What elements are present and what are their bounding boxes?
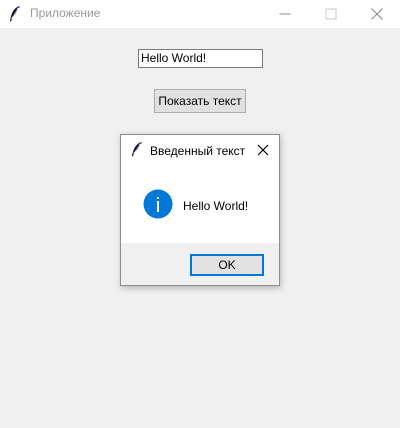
show-text-button[interactable]: Показать текст [154, 89, 246, 113]
main-titlebar[interactable]: Приложение [0, 0, 400, 28]
message-dialog: Введенный текст Hello World! OK [120, 134, 280, 286]
feather-icon [131, 141, 143, 158]
info-icon [143, 189, 173, 219]
text-entry[interactable]: Hello World! [138, 49, 263, 68]
dialog-message: Hello World! [183, 199, 249, 213]
close-button[interactable] [354, 0, 400, 28]
main-window: Приложение Hello World! Показать текст В… [0, 0, 400, 428]
close-icon [257, 144, 269, 156]
dialog-title: Введенный текст [150, 144, 246, 158]
dialog-titlebar[interactable]: Введенный текст [121, 135, 279, 165]
dialog-body: Hello World! [121, 165, 279, 243]
minimize-button[interactable] [262, 0, 308, 28]
dialog-footer: OK [121, 243, 279, 285]
ok-button[interactable]: OK [190, 254, 264, 276]
maximize-button[interactable] [308, 0, 354, 28]
minimize-icon [279, 13, 291, 15]
dialog-close-button[interactable] [255, 142, 271, 158]
feather-icon [8, 5, 22, 23]
close-icon [371, 8, 383, 20]
maximize-icon [325, 8, 337, 20]
window-title: Приложение [30, 6, 101, 20]
